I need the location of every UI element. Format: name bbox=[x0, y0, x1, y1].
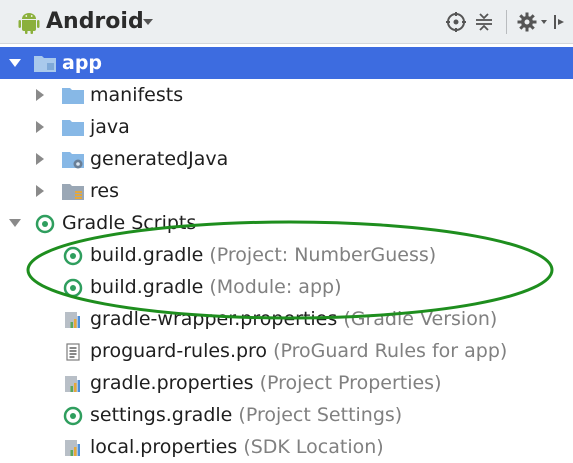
text-file-icon bbox=[66, 343, 80, 361]
tree-node-proguard-rules[interactable]: proguard-rules.pro (ProGuard Rules for a… bbox=[0, 335, 573, 367]
resource-folder-icon bbox=[62, 184, 84, 200]
file-name: build.gradle bbox=[90, 276, 204, 298]
tree-label: app bbox=[62, 52, 103, 74]
gear-icon[interactable] bbox=[516, 11, 538, 33]
file-hint: (ProGuard Rules for app) bbox=[273, 340, 508, 362]
file-hint: (SDK Location) bbox=[243, 436, 384, 458]
file-hint: (Module: app) bbox=[209, 276, 342, 298]
file-name: gradle.properties bbox=[90, 372, 254, 394]
folder-icon bbox=[62, 88, 84, 104]
project-toolbar: Android bbox=[0, 0, 573, 44]
toolbar-divider bbox=[506, 10, 507, 34]
file-name: settings.gradle bbox=[90, 404, 233, 426]
file-name: local.properties bbox=[90, 436, 238, 458]
tree-node-settings-gradle[interactable]: settings.gradle (Project Settings) bbox=[0, 399, 573, 431]
expand-arrow-icon[interactable] bbox=[36, 89, 44, 101]
tree-node-java[interactable]: java bbox=[0, 111, 573, 143]
tree-node-manifests[interactable]: manifests bbox=[0, 79, 573, 111]
tree-label: Gradle Scripts bbox=[62, 212, 197, 234]
file-hint: (Project Properties) bbox=[259, 372, 442, 394]
properties-file-icon bbox=[65, 312, 80, 328]
tree-node-build-gradle-project[interactable]: build.gradle (Project: NumberGuess) bbox=[0, 239, 573, 271]
folder-icon bbox=[62, 120, 84, 136]
tree-node-gradle-scripts[interactable]: Gradle Scripts bbox=[0, 207, 573, 239]
file-name: build.gradle bbox=[90, 244, 204, 266]
android-icon bbox=[18, 13, 40, 34]
tree-label: res bbox=[90, 180, 119, 202]
generated-folder-icon bbox=[62, 152, 84, 169]
tree-label: java bbox=[90, 116, 130, 138]
tree-node-local-properties[interactable]: local.properties (SDK Location) bbox=[0, 431, 573, 463]
file-name: proguard-rules.pro bbox=[90, 340, 268, 362]
tree-node-build-gradle-module[interactable]: build.gradle (Module: app) bbox=[0, 271, 573, 303]
gradle-icon bbox=[63, 246, 83, 266]
file-hint: (Project Settings) bbox=[238, 404, 403, 426]
expand-arrow-icon[interactable] bbox=[9, 59, 21, 67]
properties-file-icon bbox=[65, 376, 80, 392]
pin-icon[interactable] bbox=[552, 11, 568, 33]
tree-node-generated-java[interactable]: generatedJava bbox=[0, 143, 573, 175]
expand-arrow-icon[interactable] bbox=[36, 153, 44, 165]
collapse-icon[interactable] bbox=[473, 11, 495, 33]
gradle-icon bbox=[63, 406, 83, 426]
expand-arrow-icon[interactable] bbox=[36, 185, 44, 197]
file-hint: (Project: NumberGuess) bbox=[209, 244, 437, 266]
tree-node-res[interactable]: res bbox=[0, 175, 573, 207]
tree-node-gradle-properties[interactable]: gradle.properties (Project Properties) bbox=[0, 367, 573, 399]
gradle-icon bbox=[35, 214, 55, 234]
module-folder-icon bbox=[34, 56, 56, 72]
tree-label: manifests bbox=[90, 84, 184, 106]
gradle-icon bbox=[63, 278, 83, 298]
settings-caret-icon[interactable] bbox=[541, 20, 547, 24]
tree-label: generatedJava bbox=[90, 148, 229, 170]
file-name: gradle-wrapper.properties bbox=[90, 308, 338, 330]
chevron-down-icon[interactable] bbox=[143, 19, 153, 25]
file-hint: (Gradle Version) bbox=[343, 308, 498, 330]
tree-node-app[interactable]: app bbox=[0, 47, 573, 79]
expand-arrow-icon[interactable] bbox=[36, 121, 44, 133]
expand-arrow-icon[interactable] bbox=[9, 219, 21, 227]
properties-file-icon bbox=[65, 440, 80, 456]
target-icon[interactable] bbox=[445, 11, 467, 33]
view-selector[interactable]: Android bbox=[46, 6, 144, 38]
tree-node-gradle-wrapper-properties[interactable]: gradle-wrapper.properties (Gradle Versio… bbox=[0, 303, 573, 335]
